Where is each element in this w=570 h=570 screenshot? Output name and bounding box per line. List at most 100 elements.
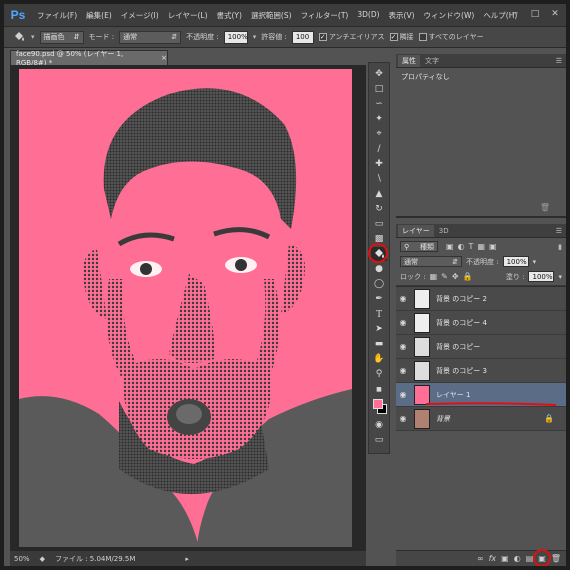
layer-name[interactable]: 背景 のコピー 4 <box>436 318 487 328</box>
visibility-eye-icon[interactable]: ◉ <box>396 414 410 423</box>
layer-kind-filter[interactable]: ⚲ 種類 <box>400 241 438 252</box>
canvas-area[interactable] <box>10 65 366 551</box>
smart-object-filter-icon[interactable]: ▣ <box>489 242 497 251</box>
fill-input[interactable]: 100% <box>528 271 555 282</box>
lock-all-icon[interactable]: 🔒 <box>463 272 473 281</box>
layer-row-selected[interactable]: ◉ レイヤー 1 <box>396 383 566 407</box>
document-tab[interactable]: face90.psd @ 50% (レイヤー 1, RGB/8#) * × <box>10 50 168 67</box>
tab-character[interactable]: 文字 <box>421 55 443 67</box>
fill-source-select[interactable]: 描画色 ⇵ <box>39 30 84 44</box>
menu-view[interactable]: 表示(V) <box>389 10 415 21</box>
dodge-tool-icon[interactable]: ◯ <box>371 277 387 291</box>
history-brush-tool-icon[interactable]: ↻ <box>371 202 387 216</box>
preset-chevron-icon[interactable]: ▾ <box>31 33 35 41</box>
menu-image[interactable]: イメージ(I) <box>121 10 159 21</box>
close-icon[interactable]: ✕ <box>548 8 562 20</box>
menu-file[interactable]: ファイル(F) <box>37 10 77 21</box>
document-canvas[interactable] <box>19 69 352 547</box>
zoom-level[interactable]: 50% <box>14 555 30 563</box>
layer-row[interactable]: ◉ 背景 🔒 <box>396 407 566 431</box>
adjustment-layer-icon[interactable]: ◐ <box>514 554 521 563</box>
healing-brush-tool-icon[interactable]: ✚ <box>371 157 387 171</box>
move-tool-icon[interactable]: ✥ <box>371 67 387 81</box>
pixel-filter-icon[interactable]: ▣ <box>446 242 454 251</box>
panel-menu-icon[interactable]: ☰ <box>556 57 562 65</box>
layer-name[interactable]: 背景 のコピー 2 <box>436 294 487 304</box>
menu-layer[interactable]: レイヤー(L) <box>168 10 208 21</box>
layer-row[interactable]: ◉ 背景 のコピー 4 <box>396 311 566 335</box>
visibility-eye-icon[interactable]: ◉ <box>396 318 410 327</box>
lock-transparency-icon[interactable]: ▦ <box>430 272 438 281</box>
lock-position-icon[interactable]: ✥ <box>452 272 459 281</box>
visibility-eye-icon[interactable]: ◉ <box>396 390 410 399</box>
default-colors-icon[interactable]: ■ <box>371 382 387 396</box>
tab-properties[interactable]: 属性 <box>398 54 420 67</box>
panel-menu-icon[interactable]: ☰ <box>556 227 562 235</box>
contiguous-checkbox[interactable]: ✓ 隣接 <box>389 32 414 42</box>
layer-row[interactable]: ◉ 背景 のコピー <box>396 335 566 359</box>
menu-window[interactable]: ウィンドウ(W) <box>424 10 475 21</box>
quick-mask-icon[interactable]: ◉ <box>371 418 387 432</box>
visibility-eye-icon[interactable]: ◉ <box>396 366 410 375</box>
maximize-icon[interactable]: □ <box>528 8 542 20</box>
menu-type[interactable]: 書式(Y) <box>217 10 242 21</box>
tab-3d[interactable]: 3D <box>435 225 453 237</box>
layer-row[interactable]: ◉ 背景 のコピー 2 <box>396 287 566 311</box>
tab-layers[interactable]: レイヤー <box>398 224 434 237</box>
visibility-eye-icon[interactable]: ◉ <box>396 342 410 351</box>
layer-name[interactable]: 背景 のコピー 3 <box>436 366 487 376</box>
hand-tool-icon[interactable]: ✋ <box>371 352 387 366</box>
new-layer-icon[interactable]: ▣ <box>533 549 552 566</box>
adjustment-filter-icon[interactable]: ◐ <box>458 242 465 251</box>
link-layers-icon[interactable]: ∞ <box>477 554 484 563</box>
layer-name[interactable]: レイヤー 1 <box>436 390 470 400</box>
shape-tool-icon[interactable]: ▬ <box>371 337 387 351</box>
all-layers-checkbox[interactable]: すべてのレイヤー <box>418 32 484 42</box>
type-tool-icon[interactable]: T <box>371 307 387 321</box>
new-group-icon[interactable]: ▤ <box>526 554 534 563</box>
menu-filter[interactable]: フィルター(T) <box>301 10 349 21</box>
paint-bucket-preset-icon[interactable] <box>12 31 26 43</box>
menu-edit[interactable]: 編集(E) <box>86 10 112 21</box>
lasso-tool-icon[interactable]: ∽ <box>371 97 387 111</box>
layer-name[interactable]: 背景 のコピー <box>436 342 480 352</box>
marquee-tool-icon[interactable]: □ <box>371 82 387 96</box>
zoom-tool-icon[interactable]: ⚲ <box>371 367 387 381</box>
blur-tool-icon[interactable]: ● <box>371 262 387 276</box>
chevron-down-icon[interactable]: ▾ <box>558 273 562 281</box>
paint-bucket-icon[interactable] <box>368 243 388 263</box>
minimize-icon[interactable]: ─ <box>508 8 522 20</box>
visibility-eye-icon[interactable]: ◉ <box>396 294 410 303</box>
type-filter-icon[interactable]: T <box>469 242 474 251</box>
status-arrow-icon[interactable]: ▸ <box>185 555 189 563</box>
foreground-color-swatch[interactable] <box>373 399 383 409</box>
blend-mode-select[interactable]: 通常 ⇵ <box>400 256 462 267</box>
path-selection-tool-icon[interactable]: ➤ <box>371 322 387 336</box>
layer-opacity-input[interactable]: 100% <box>502 256 529 267</box>
menu-select[interactable]: 選択範囲(S) <box>251 10 292 21</box>
layer-style-icon[interactable]: fx <box>489 554 497 563</box>
add-mask-icon[interactable]: ▣ <box>501 554 509 563</box>
opacity-chevron-icon[interactable]: ▾ <box>253 33 257 41</box>
crop-tool-icon[interactable]: ⌖ <box>371 127 387 141</box>
tolerance-input[interactable]: 100 <box>291 30 314 44</box>
chevron-down-icon[interactable]: ▾ <box>533 258 537 266</box>
layer-row[interactable]: ◉ 背景 のコピー 3 <box>396 359 566 383</box>
filter-toggle-icon[interactable]: ▮ <box>558 243 562 251</box>
opacity-input[interactable]: 100% <box>223 30 248 44</box>
eraser-tool-icon[interactable]: ▭ <box>371 217 387 231</box>
shape-filter-icon[interactable]: ▦ <box>477 242 485 251</box>
lock-pixels-icon[interactable]: ✎ <box>441 272 448 281</box>
color-swatches[interactable] <box>371 397 387 417</box>
mode-select[interactable]: 通常 ⇵ <box>119 30 182 44</box>
clone-stamp-tool-icon[interactable]: ▲ <box>371 187 387 201</box>
pen-tool-icon[interactable]: ✒ <box>371 292 387 306</box>
delete-layer-icon[interactable]: 🗑 <box>551 554 561 563</box>
magic-wand-tool-icon[interactable]: ✦ <box>371 112 387 126</box>
layer-name[interactable]: 背景 <box>436 414 450 424</box>
status-settings-icon[interactable]: ◆ <box>40 555 45 563</box>
antialias-checkbox[interactable]: ✓ アンチエイリアス <box>318 32 385 42</box>
tab-close-icon[interactable]: × <box>161 54 167 62</box>
brush-tool-icon[interactable]: ∖ <box>371 172 387 186</box>
trash-icon[interactable]: 🗑 <box>540 203 550 212</box>
